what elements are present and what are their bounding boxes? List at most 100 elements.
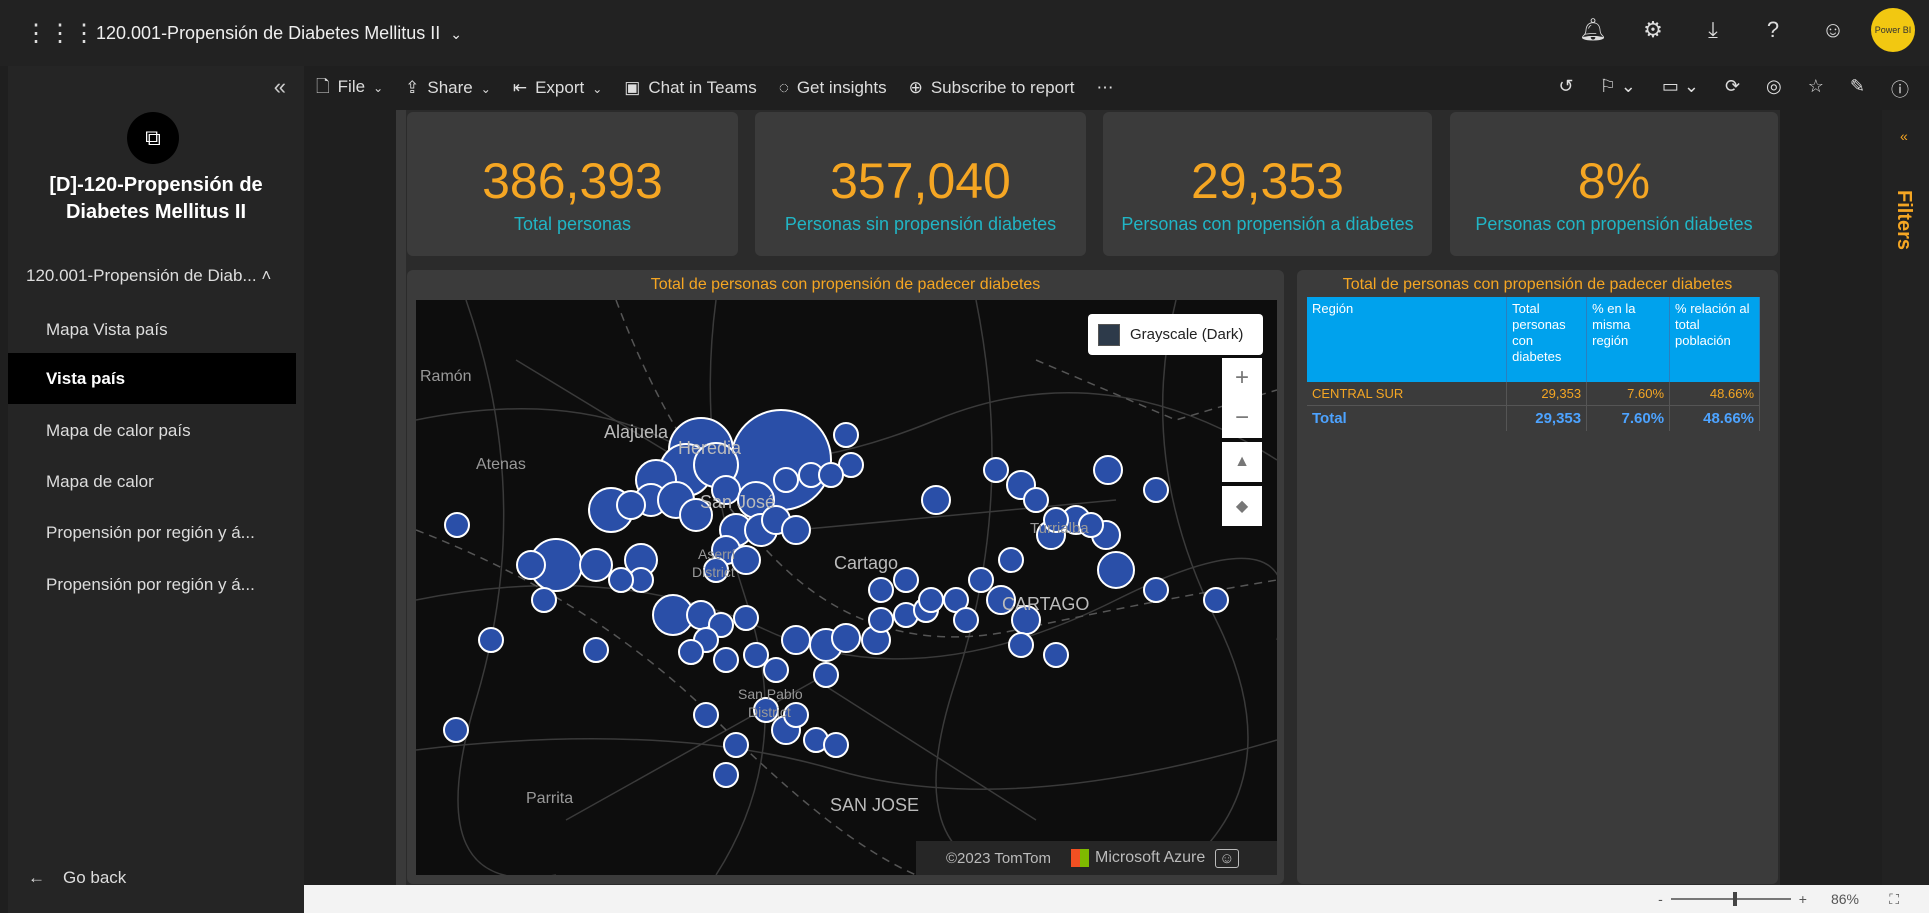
- map-bubble[interactable]: [1008, 632, 1034, 658]
- table-row[interactable]: CENTRAL SUR 29,353 7.60% 48.66%: [1307, 382, 1760, 406]
- map-bubble[interactable]: [583, 637, 609, 663]
- kpi-con-propension: 29,353 Personas con propensión a diabete…: [1103, 112, 1432, 256]
- map-bubble[interactable]: [781, 625, 811, 655]
- map-canvas[interactable]: Ramón Alajuela Heredia Atenas San José A…: [416, 300, 1277, 875]
- zoom-out-button[interactable]: −: [1222, 398, 1262, 438]
- map-bubble[interactable]: [713, 762, 739, 788]
- sidebar-item-propension-region-1[interactable]: Propensión por región y á...: [8, 507, 296, 558]
- map-bubble[interactable]: [1097, 551, 1135, 589]
- go-back-button[interactable]: ← Go back: [28, 868, 126, 888]
- fit-to-page-icon[interactable]: ⛶: [1889, 891, 1899, 908]
- map-bubble[interactable]: [713, 647, 739, 673]
- map-bubble[interactable]: [1143, 577, 1169, 603]
- map-bubble[interactable]: [833, 422, 859, 448]
- map-bubble[interactable]: [921, 485, 951, 515]
- map-bubble[interactable]: [731, 545, 761, 575]
- zoom-out-icon[interactable]: -: [1658, 891, 1663, 907]
- view-icon[interactable]: ▭ ⌄: [1662, 76, 1699, 102]
- column-header[interactable]: Región: [1307, 297, 1508, 382]
- kpi-porcentaje: 8% Personas con propensión diabetes: [1450, 112, 1778, 256]
- nav-group-header[interactable]: 120.001-Propensión de Diab... ˄: [26, 266, 271, 286]
- comment-icon[interactable]: ◎: [1766, 76, 1782, 102]
- notifications-icon[interactable]: 🔔︎: [1563, 17, 1623, 43]
- zoom-control[interactable]: - + 86%: [1658, 891, 1859, 907]
- teams-icon: ▣: [624, 78, 641, 97]
- app-launcher-icon[interactable]: ⋮⋮⋮: [24, 19, 96, 48]
- map-bubble[interactable]: [678, 639, 704, 665]
- expand-filters-icon[interactable]: «: [1900, 128, 1908, 144]
- collapse-sidebar-icon[interactable]: «: [274, 74, 286, 100]
- map-bubble[interactable]: [953, 607, 979, 633]
- map-bubble[interactable]: [968, 567, 994, 593]
- more-options-button[interactable]: ⋯: [1096, 78, 1113, 98]
- map-bubble[interactable]: [823, 732, 849, 758]
- sidebar-item-propension-region-2[interactable]: Propensión por región y á...: [8, 559, 296, 610]
- map-bubble[interactable]: [444, 512, 470, 538]
- get-insights-button[interactable]: ◌ Get insights: [779, 78, 887, 98]
- zoom-in-icon[interactable]: +: [1799, 891, 1807, 907]
- map-bubble[interactable]: [773, 467, 799, 493]
- workspace-name: [D]-120-Propensión de Diabetes Mellitus …: [49, 174, 263, 223]
- map-bubble[interactable]: [831, 623, 861, 653]
- map-bubble[interactable]: [781, 515, 811, 545]
- map-bubble[interactable]: [579, 548, 613, 582]
- map-bubble[interactable]: [616, 490, 646, 520]
- map-bubble[interactable]: [1023, 487, 1049, 513]
- column-header[interactable]: % relación al total población: [1669, 297, 1760, 382]
- map-bubble[interactable]: [516, 550, 546, 580]
- download-icon[interactable]: ⤓: [1683, 17, 1743, 43]
- column-header[interactable]: % en la misma región: [1586, 297, 1671, 382]
- map-bubble[interactable]: [733, 605, 759, 631]
- map-bubble[interactable]: [918, 587, 944, 613]
- tilt-button[interactable]: ▲: [1222, 442, 1262, 482]
- favorite-icon[interactable]: ☆: [1808, 76, 1824, 102]
- map-bubble[interactable]: [763, 657, 789, 683]
- subscribe-button[interactable]: ⊕ Subscribe to report: [909, 78, 1075, 98]
- map-bubble[interactable]: [868, 577, 894, 603]
- feedback-icon[interactable]: ☺: [1803, 17, 1863, 43]
- sidebar-item-mapa-calor[interactable]: Mapa de calor: [8, 456, 296, 507]
- zoom-slider[interactable]: [1670, 892, 1791, 906]
- reset-icon[interactable]: ↺: [1559, 76, 1574, 102]
- map-bubble[interactable]: [1093, 455, 1123, 485]
- sidebar-item-vista-pais[interactable]: Vista país: [8, 353, 296, 404]
- feedback-icon[interactable]: ☺: [1215, 848, 1239, 868]
- edit-icon[interactable]: ✎: [1850, 76, 1865, 102]
- map-bubble[interactable]: [743, 642, 769, 668]
- settings-icon[interactable]: ⚙: [1623, 17, 1683, 43]
- filters-pane[interactable]: « Filters: [1882, 110, 1929, 885]
- share-menu[interactable]: ⇪ Share ⌄: [405, 78, 491, 98]
- map-bubble[interactable]: [478, 627, 504, 653]
- map-bubble[interactable]: [608, 567, 634, 593]
- help-icon[interactable]: ?: [1743, 17, 1803, 43]
- map-bubble[interactable]: [1143, 477, 1169, 503]
- map-bubble[interactable]: [813, 662, 839, 688]
- map-bubble[interactable]: [998, 547, 1024, 573]
- info-icon[interactable]: ⓘ: [1891, 76, 1909, 102]
- chat-in-teams-button[interactable]: ▣ Chat in Teams: [624, 78, 756, 98]
- map-label: San José: [700, 492, 776, 512]
- compass-button[interactable]: ◆: [1222, 486, 1262, 526]
- map-bubble[interactable]: [1203, 587, 1229, 613]
- map-bubble[interactable]: [818, 462, 844, 488]
- sidebar-item-mapa-vista-pais[interactable]: Mapa Vista país: [8, 304, 296, 355]
- map-bubble[interactable]: [983, 457, 1009, 483]
- map-bubble[interactable]: [868, 607, 894, 633]
- share-icon: ⇪: [405, 78, 420, 97]
- file-menu[interactable]: 🗋 File ⌄: [316, 74, 383, 103]
- map-bubble[interactable]: [723, 732, 749, 758]
- avatar[interactable]: Power BI: [1871, 8, 1915, 52]
- refresh-icon[interactable]: ⟳: [1725, 76, 1740, 102]
- zoom-slider-thumb[interactable]: [1732, 892, 1737, 906]
- map-bubble[interactable]: [1043, 642, 1069, 668]
- zoom-in-button[interactable]: +: [1222, 358, 1262, 398]
- sidebar-item-mapa-calor-pais[interactable]: Mapa de calor país: [8, 405, 296, 456]
- report-title[interactable]: 120.001-Propensión de Diabetes Mellitus …: [96, 23, 462, 44]
- map-bubble[interactable]: [531, 587, 557, 613]
- column-header[interactable]: Total personas con diabetes: [1506, 297, 1588, 382]
- basemap-selector[interactable]: Grayscale (Dark): [1088, 314, 1263, 355]
- bookmark-icon[interactable]: ⚐ ⌄: [1600, 76, 1636, 102]
- export-menu[interactable]: ⇤ Export ⌄: [513, 78, 602, 98]
- map-bubble[interactable]: [693, 702, 719, 728]
- map-bubble[interactable]: [443, 717, 469, 743]
